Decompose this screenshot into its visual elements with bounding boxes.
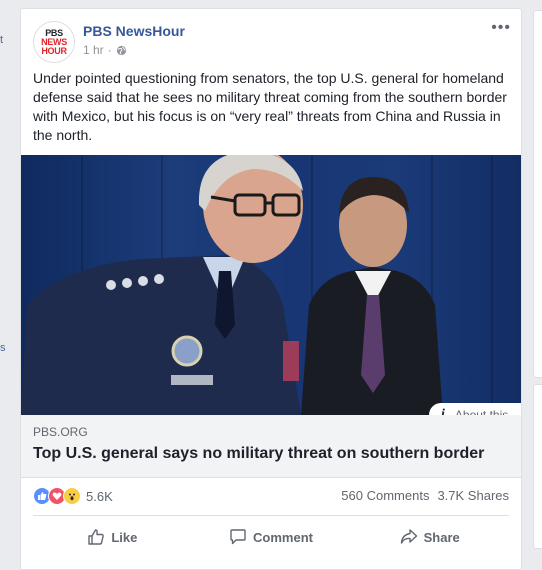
- rank-star: [154, 274, 164, 284]
- post-timestamp[interactable]: 1 hr: [83, 43, 104, 57]
- clipped-panel: [533, 10, 542, 378]
- name-tag: [171, 375, 213, 385]
- clipped-glyph: s: [0, 342, 6, 354]
- meta-separator: ·: [107, 43, 112, 57]
- left-edge-clipped-content: t s: [0, 0, 8, 547]
- photo-figures: [21, 155, 443, 415]
- logo-text: HOUR: [41, 45, 67, 56]
- like-label: Like: [111, 529, 138, 545]
- uniform-patch: [171, 335, 203, 367]
- rank-star: [138, 276, 148, 286]
- wow-reaction-icon: [63, 487, 81, 505]
- clipped-panel: [533, 384, 542, 549]
- globe-icon[interactable]: [116, 45, 127, 56]
- link-title[interactable]: Top U.S. general says no military threat…: [33, 445, 484, 463]
- comment-button[interactable]: Comment: [192, 521, 351, 553]
- page-name-link[interactable]: PBS NewsHour: [83, 23, 185, 39]
- post-actions-bar: Like Comment Share: [33, 521, 509, 553]
- share-arrow-icon: [400, 529, 417, 544]
- right-edge-clipped-panels: [531, 0, 542, 549]
- rank-star: [122, 278, 132, 288]
- engagement-counts: 560 Comments 3.7K Shares: [341, 488, 509, 503]
- more-options-button[interactable]: •••: [491, 19, 511, 37]
- link-domain: PBS.ORG: [33, 425, 88, 439]
- share-button[interactable]: Share: [350, 521, 509, 553]
- post-card: PBS NEWS HOUR PBS NewsHour 1 hr · ••• Un…: [20, 8, 522, 570]
- comment-label: Comment: [253, 529, 313, 545]
- rank-star: [106, 280, 116, 290]
- post-text: Under pointed questioning from senators,…: [33, 70, 507, 143]
- reactions-count: 5.6K: [86, 488, 113, 504]
- share-label: Share: [423, 529, 460, 545]
- reactions-summary[interactable]: 5.6K: [33, 487, 113, 505]
- thumbs-up-icon: [88, 529, 105, 545]
- post-meta: 1 hr ·: [83, 43, 127, 57]
- like-button[interactable]: Like: [33, 521, 192, 553]
- page-avatar[interactable]: PBS NEWS HOUR: [33, 21, 75, 63]
- ribbons: [283, 341, 299, 381]
- comments-count[interactable]: 560 Comments: [341, 488, 429, 503]
- link-preview-caption[interactable]: PBS.ORG Top U.S. general says no militar…: [21, 415, 521, 478]
- clipped-glyph: t: [0, 34, 4, 46]
- comment-bubble-icon: [230, 529, 246, 545]
- actions-divider: [33, 515, 509, 516]
- shares-count[interactable]: 3.7K Shares: [437, 488, 509, 503]
- link-preview-image[interactable]: [21, 155, 521, 415]
